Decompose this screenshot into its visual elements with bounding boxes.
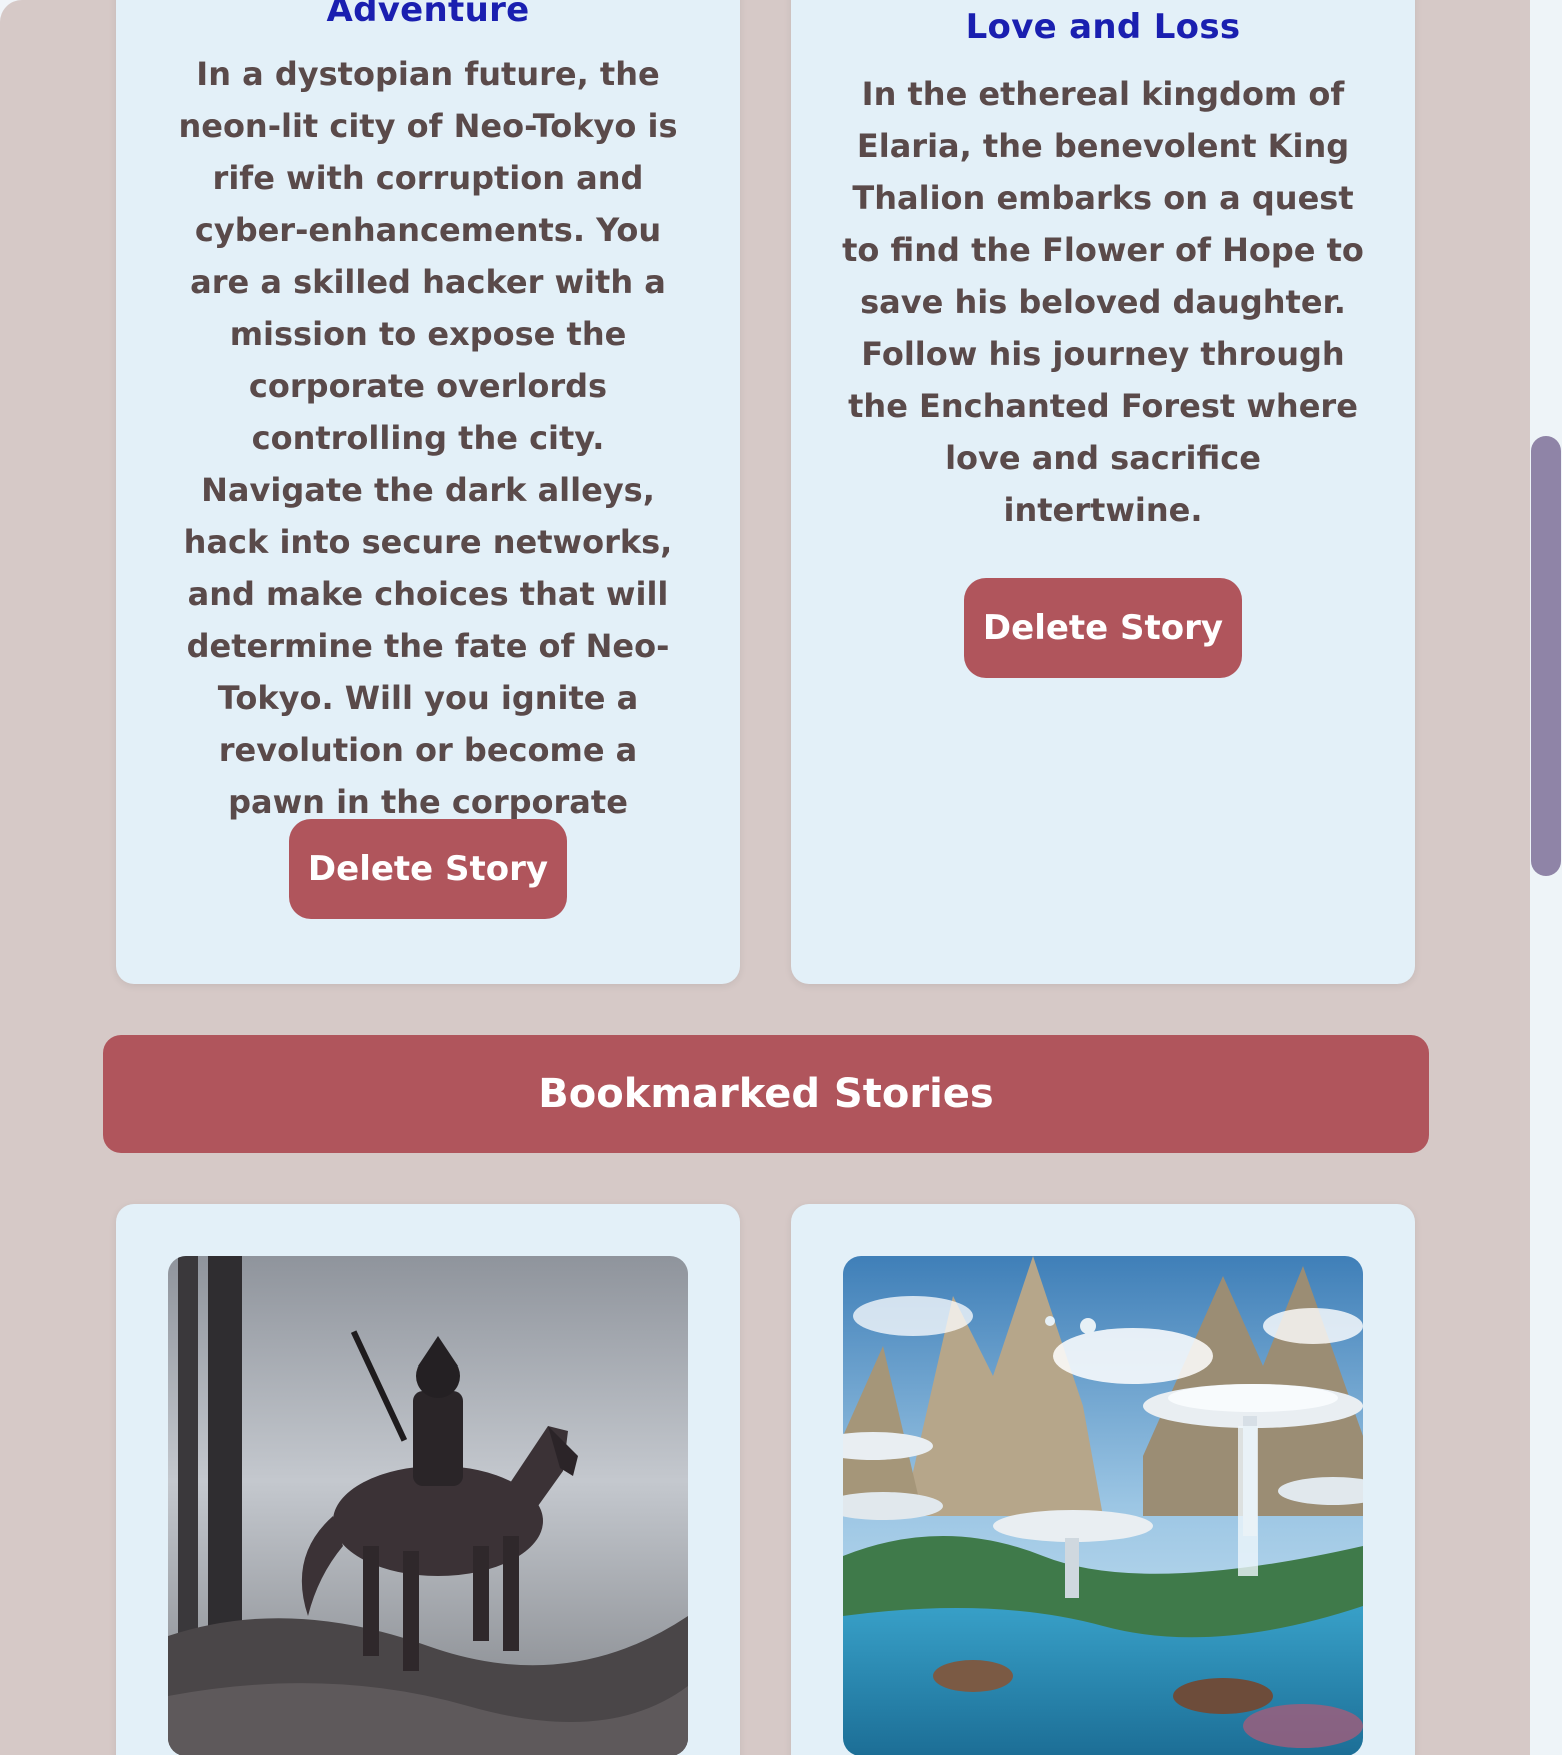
scrollbar-thumb[interactable] bbox=[1531, 436, 1561, 876]
knight-illustration bbox=[168, 1256, 688, 1755]
story-title: Adventure bbox=[326, 0, 530, 30]
story-card: Love and Loss In the ethereal kingdom of… bbox=[791, 0, 1415, 984]
bookmarked-stories-header: Bookmarked Stories bbox=[103, 1035, 1429, 1153]
page-background: Adventure In a dystopian future, the neo… bbox=[0, 0, 1530, 1755]
scrollbar-track[interactable] bbox=[1530, 0, 1562, 1755]
futuristic-landscape-illustration bbox=[843, 1256, 1363, 1755]
story-card: Adventure In a dystopian future, the neo… bbox=[116, 0, 740, 984]
story-image-futuristic-city[interactable] bbox=[843, 1256, 1363, 1755]
delete-story-button[interactable]: Delete Story bbox=[289, 819, 567, 919]
bookmarked-story-card[interactable] bbox=[791, 1204, 1415, 1755]
story-description: In the ethereal kingdom of Elaria, the b… bbox=[842, 75, 1364, 529]
story-description: In a dystopian future, the neon-lit city… bbox=[178, 55, 678, 873]
delete-story-button[interactable]: Delete Story bbox=[964, 578, 1242, 678]
story-title: Love and Loss bbox=[965, 7, 1241, 47]
story-image-knight[interactable] bbox=[168, 1256, 688, 1755]
bookmarked-story-card[interactable] bbox=[116, 1204, 740, 1755]
